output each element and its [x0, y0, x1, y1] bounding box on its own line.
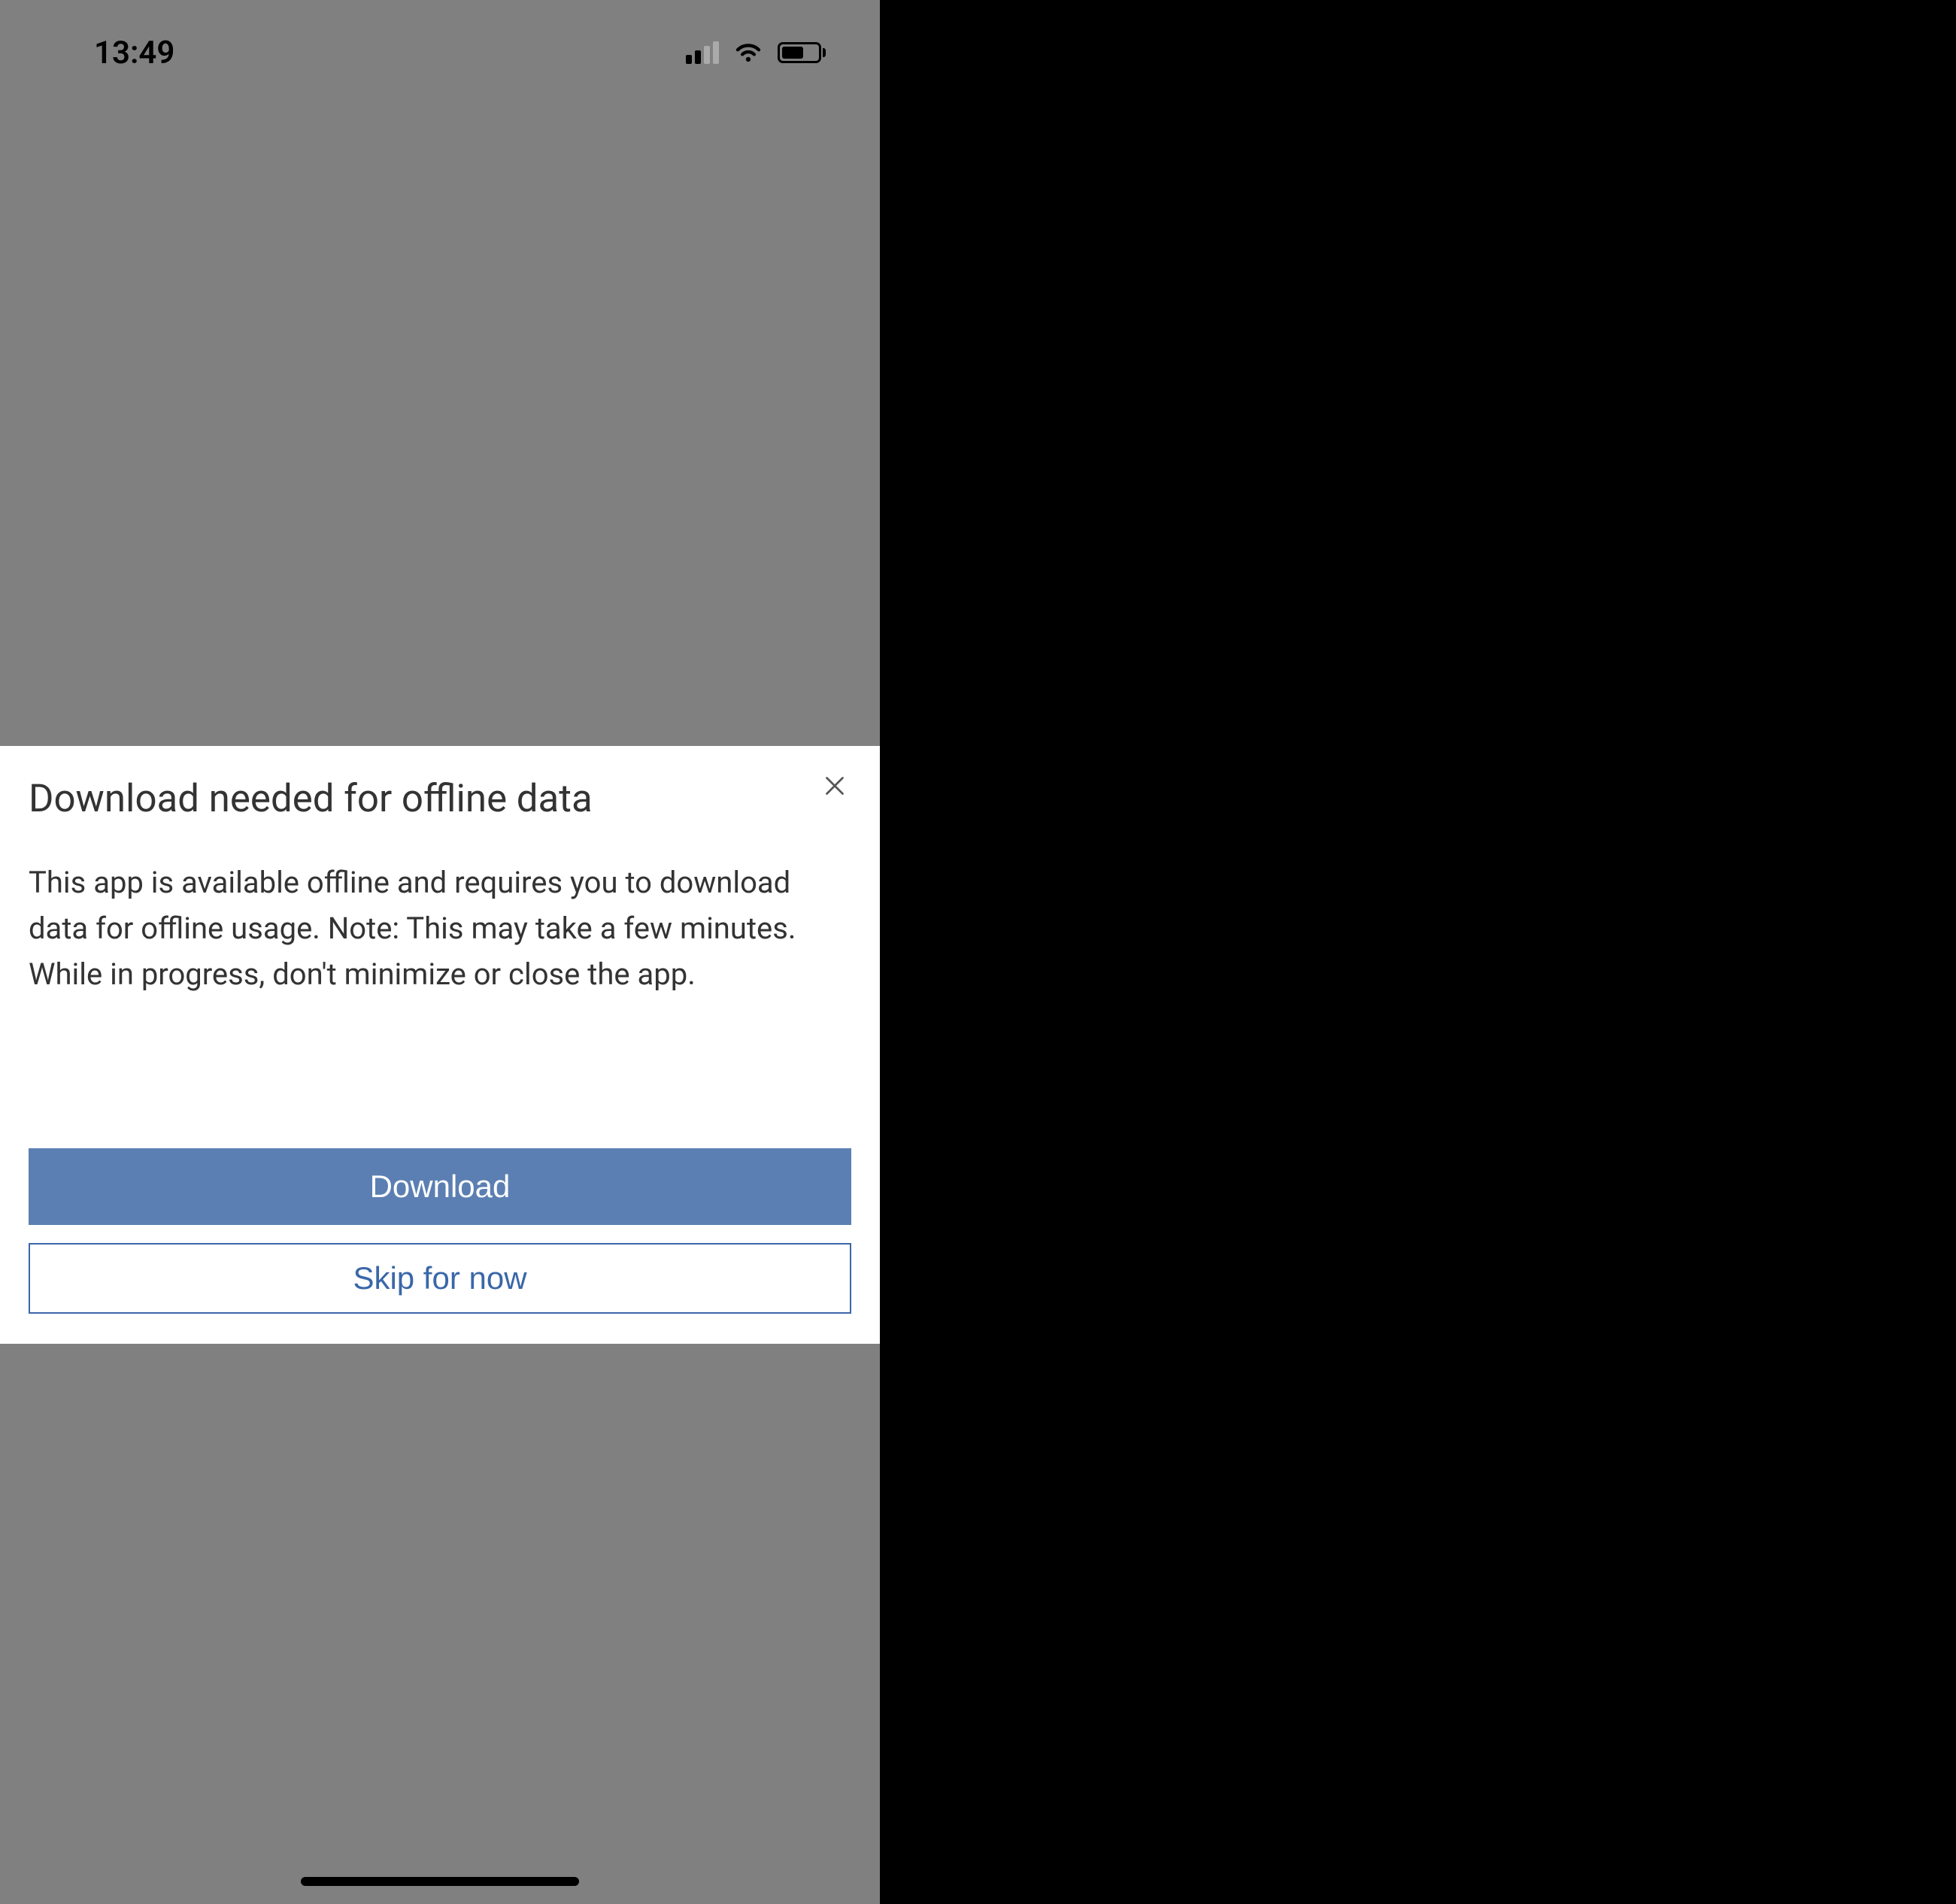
status-icons — [686, 35, 826, 70]
download-button[interactable]: Download — [29, 1148, 851, 1225]
status-time: 13:49 — [94, 35, 174, 71]
home-indicator[interactable] — [301, 1877, 579, 1886]
black-background — [880, 0, 1956, 1904]
dialog-body-text: This app is available offline and requir… — [0, 824, 880, 997]
dialog-title: Download needed for offline data — [29, 775, 593, 824]
dialog-actions: Download Skip for now — [0, 998, 880, 1314]
phone-screen: 13:49 — [0, 0, 880, 1904]
download-dialog: Download needed for offline data This ap… — [0, 746, 880, 1344]
dialog-header: Download needed for offline data — [0, 746, 880, 824]
battery-icon — [778, 42, 826, 63]
close-icon[interactable] — [818, 769, 851, 808]
cellular-signal-icon — [686, 41, 719, 64]
status-bar: 13:49 — [0, 0, 880, 90]
skip-button[interactable]: Skip for now — [29, 1243, 851, 1314]
wifi-icon — [732, 35, 764, 70]
